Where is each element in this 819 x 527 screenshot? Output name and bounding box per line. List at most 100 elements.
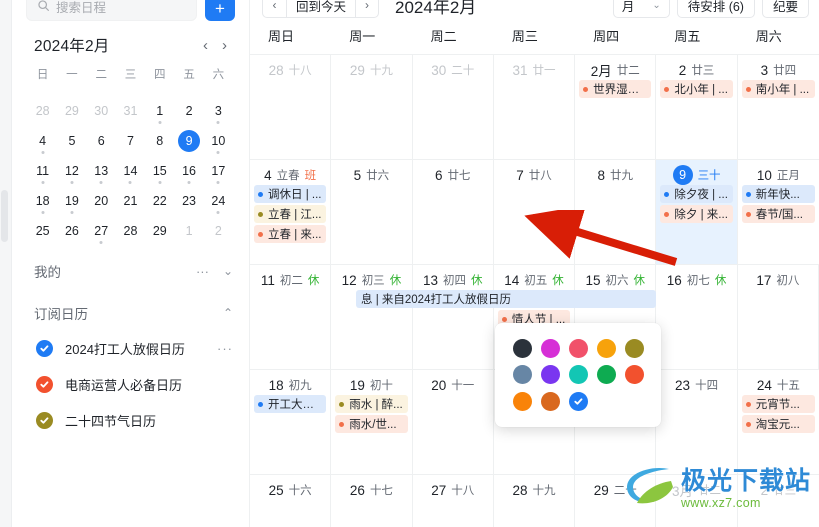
mini-day-cell[interactable]: 9: [174, 126, 203, 156]
color-swatch[interactable]: [568, 338, 588, 358]
color-swatch-selected[interactable]: [568, 392, 588, 412]
mini-day-cell[interactable]: 14: [116, 156, 145, 186]
day-cell[interactable]: 27 十八: [413, 475, 494, 527]
color-swatch[interactable]: [512, 338, 532, 358]
day-cell[interactable]: 17 初八: [738, 265, 819, 369]
mini-day-cell[interactable]: 29: [145, 216, 174, 246]
calendar-event[interactable]: 淘宝元...: [741, 415, 815, 433]
mini-day-cell[interactable]: 30: [87, 96, 116, 126]
day-cell[interactable]: 12 初三休: [331, 265, 413, 369]
mini-day-cell[interactable]: 25: [28, 216, 57, 246]
day-cell[interactable]: 6 廿七: [413, 160, 494, 264]
calendar-event[interactable]: 雨水/世...: [335, 415, 408, 433]
day-cell[interactable]: 13 初四休: [413, 265, 494, 369]
sidebar-collapse-handle[interactable]: [1, 190, 8, 242]
day-cell[interactable]: 2 廿三 北小年 | ...: [656, 55, 738, 159]
color-swatch[interactable]: [540, 338, 560, 358]
color-picker-popup[interactable]: [495, 323, 661, 427]
search-input[interactable]: 搜索日程: [26, 0, 197, 21]
color-swatch[interactable]: [624, 365, 644, 385]
day-cell[interactable]: 24 十五 元宵节... 淘宝元...: [738, 370, 819, 474]
day-cell[interactable]: 10 正月 新年快... 春节/国...: [738, 160, 819, 264]
mini-day-cell[interactable]: 28: [116, 216, 145, 246]
calendar-checkbox-checked-icon[interactable]: [36, 339, 53, 357]
mini-day-cell[interactable]: 17: [204, 156, 233, 186]
color-swatch[interactable]: [512, 392, 532, 412]
color-swatch[interactable]: [568, 365, 588, 385]
mini-day-cell[interactable]: 20: [87, 186, 116, 216]
mini-day-cell[interactable]: 23: [174, 186, 203, 216]
prev-month-button[interactable]: ‹: [262, 0, 286, 18]
day-cell[interactable]: 31 廿一: [494, 55, 576, 159]
color-swatch[interactable]: [540, 365, 560, 385]
calendar-event-span[interactable]: 息 | 来自2024打工人放假日历: [356, 290, 656, 308]
mini-day-cell[interactable]: 22: [145, 186, 174, 216]
mini-day-cell[interactable]: 21: [116, 186, 145, 216]
mini-day-cell[interactable]: 1: [174, 216, 203, 246]
day-cell[interactable]: 8 廿九: [575, 160, 657, 264]
calendar-event[interactable]: 元宵节...: [741, 395, 815, 413]
day-cell[interactable]: 2 廿三: [738, 475, 819, 527]
minutes-button[interactable]: 纪要: [761, 0, 809, 18]
mini-day-cell[interactable]: 2: [204, 216, 233, 246]
mini-day-cell[interactable]: 1: [145, 96, 174, 126]
calendar-event[interactable]: 除夕夜 | ...: [660, 185, 733, 203]
calendar-event[interactable]: 世界湿地...: [579, 80, 652, 98]
day-cell[interactable]: 11 初二休: [250, 265, 332, 369]
calendar-event[interactable]: 调休日 | ...: [254, 185, 327, 203]
mini-day-cell[interactable]: 3: [204, 96, 233, 126]
calendar-event[interactable]: 新年快...: [741, 185, 815, 203]
add-event-button[interactable]: +: [205, 0, 235, 21]
calendar-event[interactable]: 南小年 | ...: [741, 80, 815, 98]
mini-day-cell[interactable]: 5: [57, 126, 86, 156]
section-subscribed-chevron-up-icon[interactable]: ⌃: [223, 306, 233, 320]
mini-prev-month-icon[interactable]: ‹: [203, 38, 208, 53]
mini-day-cell[interactable]: 8: [145, 126, 174, 156]
day-cell[interactable]: 29 二十: [575, 475, 657, 527]
color-swatch[interactable]: [596, 365, 616, 385]
mini-day-cell[interactable]: 13: [87, 156, 116, 186]
mini-day-cell[interactable]: 15: [145, 156, 174, 186]
day-cell[interactable]: 7 廿八: [494, 160, 576, 264]
calendar-checkbox-checked-icon[interactable]: [36, 411, 53, 429]
section-my-more-icon[interactable]: ···: [196, 264, 209, 279]
mini-day-cell[interactable]: 10: [204, 126, 233, 156]
calendar-list-item[interactable]: 2024打工人放假日历 ···: [12, 330, 249, 366]
section-my[interactable]: 我的 ··· ⌄: [12, 254, 249, 288]
day-cell[interactable]: 9 三十 除夕夜 | ... 除夕 | 来...: [656, 160, 738, 264]
mini-day-cell[interactable]: 16: [174, 156, 203, 186]
calendar-list-item[interactable]: 二十四节气日历: [12, 402, 249, 438]
day-cell[interactable]: 16 初七休: [656, 265, 738, 369]
mini-day-cell[interactable]: 6: [87, 126, 116, 156]
day-cell[interactable]: 29 十九: [331, 55, 413, 159]
today-button[interactable]: 回到今天: [286, 0, 356, 18]
day-cell[interactable]: 3月 廿二: [656, 475, 738, 527]
color-swatch[interactable]: [512, 365, 532, 385]
mini-day-cell[interactable]: 24: [204, 186, 233, 216]
day-cell[interactable]: 28 十八: [250, 55, 332, 159]
mini-day-cell[interactable]: 26: [57, 216, 86, 246]
calendar-event[interactable]: 雨水 | 醉...: [335, 395, 408, 413]
section-my-chevron-down-icon[interactable]: ⌄: [223, 264, 233, 278]
day-cell[interactable]: 2月 廿二 世界湿地...: [575, 55, 657, 159]
day-cell[interactable]: 5 廿六: [331, 160, 413, 264]
mini-next-month-icon[interactable]: ›: [222, 38, 227, 53]
mini-day-cell[interactable]: 2: [174, 96, 203, 126]
mini-day-cell[interactable]: 28: [28, 96, 57, 126]
mini-day-cell[interactable]: 29: [57, 96, 86, 126]
calendar-event[interactable]: 立春 | 来...: [254, 225, 327, 243]
mini-day-cell[interactable]: 12: [57, 156, 86, 186]
section-subscribed[interactable]: 订阅日历 ⌃: [12, 296, 249, 330]
pending-button[interactable]: 待安排 (6): [676, 0, 755, 18]
next-month-button[interactable]: ›: [355, 0, 380, 18]
calendar-event[interactable]: 立春 | 江...: [254, 205, 327, 223]
calendar-event[interactable]: 春节/国...: [741, 205, 815, 223]
calendar-checkbox-checked-icon[interactable]: [36, 375, 53, 393]
day-cell[interactable]: 26 十七: [331, 475, 413, 527]
mini-day-cell[interactable]: 18: [28, 186, 57, 216]
day-cell[interactable]: 3 廿四 南小年 | ...: [738, 55, 819, 159]
mini-day-cell[interactable]: 4: [28, 126, 57, 156]
mini-day-cell[interactable]: 27: [87, 216, 116, 246]
calendar-list-item[interactable]: 电商运营人必备日历: [12, 366, 249, 402]
calendar-more-icon[interactable]: ···: [217, 341, 233, 356]
